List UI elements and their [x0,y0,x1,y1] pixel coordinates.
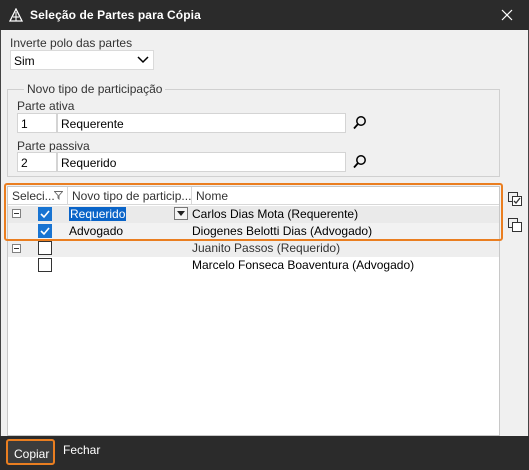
tipo-cell[interactable]: Advogado [69,224,123,238]
copiar-label: Copiar [14,447,50,461]
parte-ativa-code: 1 [21,117,28,131]
row-checkbox[interactable] [38,207,52,221]
invert-value: Sim [14,54,35,68]
deselect-all-icon[interactable] [507,217,523,233]
nome-cell: Marcelo Fonseca Boaventura (Advogado) [192,258,415,272]
search-icon[interactable] [352,115,368,131]
title-bar: Seleção de Partes para Cópia [0,0,529,30]
app-logo-icon [9,8,23,22]
copiar-button[interactable]: Copiar [6,439,55,465]
table-row[interactable]: Juanito Passos (Requerido) [8,240,499,257]
fechar-button[interactable]: Fechar [63,443,100,457]
parte-ativa-code-field[interactable]: 1 [17,113,57,133]
row-checkbox[interactable] [38,241,52,255]
parte-ativa-text-field[interactable]: Requerente [57,113,346,133]
nome-cell: Juanito Passos (Requerido) [192,241,341,255]
close-button[interactable] [484,0,529,30]
parte-passiva-code-field[interactable]: 2 [17,152,57,172]
column-header-nome[interactable]: Nome [192,187,499,205]
column-header-label: Nome [196,189,229,203]
parte-passiva-text-field[interactable]: Requerido [57,152,346,172]
parte-passiva-text: Requerido [61,156,117,170]
column-header-selecionar[interactable]: Seleci... [8,187,68,205]
tipo-dropdown-button[interactable] [174,207,188,220]
dropdown-arrow-icon [177,211,185,216]
check-icon [40,227,50,236]
search-icon[interactable] [352,154,368,170]
invert-label: Inverte polo das partes [10,36,133,50]
table-row[interactable]: Marcelo Fonseca Boaventura (Advogado) [8,257,499,274]
row-checkbox[interactable] [38,258,52,272]
table-row[interactable]: Requerido Carlos Dias Mota (Requerente) [8,206,499,223]
filter-icon[interactable] [54,191,63,200]
parte-ativa-text: Requerente [61,117,124,131]
close-icon [501,9,513,21]
parte-passiva-label: Parte passiva [17,139,90,153]
collapse-icon[interactable] [12,244,21,253]
chevron-down-icon [137,56,149,64]
nome-cell: Diogenes Belotti Dias (Advogado) [192,224,373,238]
column-header-tipo[interactable]: Novo tipo de particip... [68,187,192,205]
tipo-cell[interactable]: Requerido [69,207,127,221]
column-header-label: Seleci... [12,189,55,203]
invert-select[interactable]: Sim [10,50,154,70]
collapse-icon[interactable] [12,209,21,218]
window-title: Seleção de Partes para Cópia [30,8,201,22]
nome-cell: Carlos Dias Mota (Requerente) [192,207,359,221]
table-row[interactable]: Advogado Diogenes Belotti Dias (Advogado… [8,223,499,240]
groupbox-title: Novo tipo de participação [24,82,166,96]
parte-passiva-code: 2 [21,156,28,170]
column-header-label: Novo tipo de particip... [72,189,192,203]
bottom-toolbar: Copiar Fechar [0,436,529,470]
parte-ativa-label: Parte ativa [17,99,75,113]
check-icon [40,210,50,219]
parties-grid[interactable]: Seleci... Novo tipo de particip... Nome … [7,186,500,436]
row-checkbox[interactable] [38,224,52,238]
select-all-icon[interactable] [507,191,523,207]
